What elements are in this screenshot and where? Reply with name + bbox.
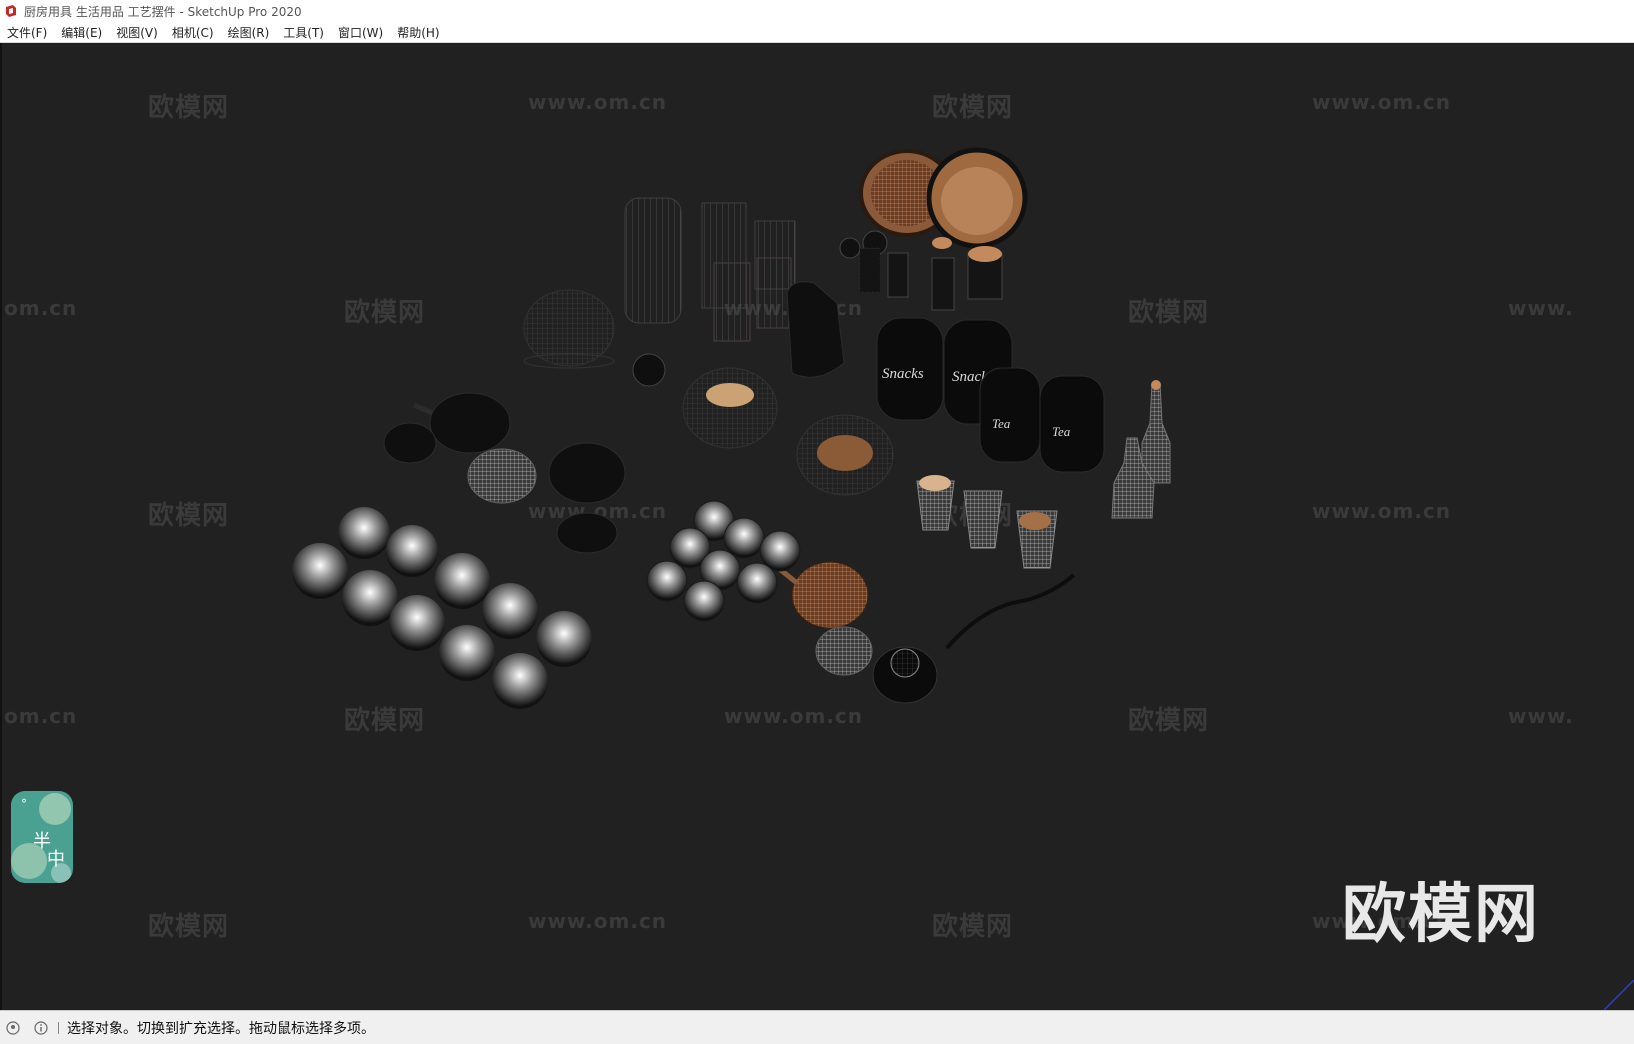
- menu-camera[interactable]: 相机(C): [165, 24, 221, 41]
- info-icon[interactable]: [34, 1020, 48, 1035]
- status-message: 选择对象。切换到扩充选择。拖动鼠标选择多项。: [67, 1020, 375, 1037]
- sketchup-logo-icon: [6, 5, 16, 17]
- menu-file[interactable]: 文件(F): [0, 24, 54, 41]
- menu-bar: 文件(F) 编辑(E) 视图(V) 相机(C) 绘图(R) 工具(T) 窗口(W…: [0, 22, 1634, 43]
- drinking-glasses: [916, 475, 1058, 569]
- serving-trays: [859, 147, 1028, 249]
- big-watermark: 欧模网: [1342, 878, 1540, 952]
- canisters: Snacks Snacks Tea Tea: [876, 317, 1105, 473]
- menu-view[interactable]: 视图(V): [109, 24, 165, 41]
- window-title: 厨房用具 生活用品 工艺摆件 - SketchUp Pro 2020: [24, 4, 302, 19]
- geolocation-icon[interactable]: [6, 1020, 20, 1035]
- black-mugs: [292, 507, 592, 709]
- menu-window[interactable]: 窗口(W): [331, 24, 390, 41]
- black-kettle: [786, 281, 845, 378]
- menu-draw[interactable]: 绘图(R): [221, 24, 277, 41]
- svg-text:Tea: Tea: [1052, 424, 1071, 439]
- glass-cylinders: [624, 197, 796, 342]
- svg-text:Snacks: Snacks: [882, 366, 924, 382]
- bottles: [1111, 380, 1171, 519]
- axis-line: [1604, 980, 1634, 1010]
- title-bar: 厨房用具 生活用品 工艺摆件 - SketchUp Pro 2020: [0, 0, 1634, 22]
- svg-text:Tea: Tea: [992, 416, 1011, 431]
- logo-char-2: 中: [47, 849, 65, 870]
- status-bar: 选择对象。切换到扩充选择。拖动鼠标选择多项。: [0, 1010, 1634, 1044]
- ladle: [945, 573, 1076, 650]
- tea-cups: [646, 500, 801, 622]
- logo-dot: °: [21, 797, 27, 811]
- menu-tools[interactable]: 工具(T): [276, 24, 331, 41]
- menu-edit[interactable]: 编辑(E): [54, 24, 109, 41]
- 3d-viewport[interactable]: 欧模网 www.om.cn 欧模网 www.om.cn om.cn 欧模网 ww…: [0, 43, 1634, 1010]
- status-separator: [58, 1021, 59, 1034]
- floating-logo-badge[interactable]: ° 半 中: [11, 791, 73, 883]
- menu-help[interactable]: 帮助(H): [390, 24, 446, 41]
